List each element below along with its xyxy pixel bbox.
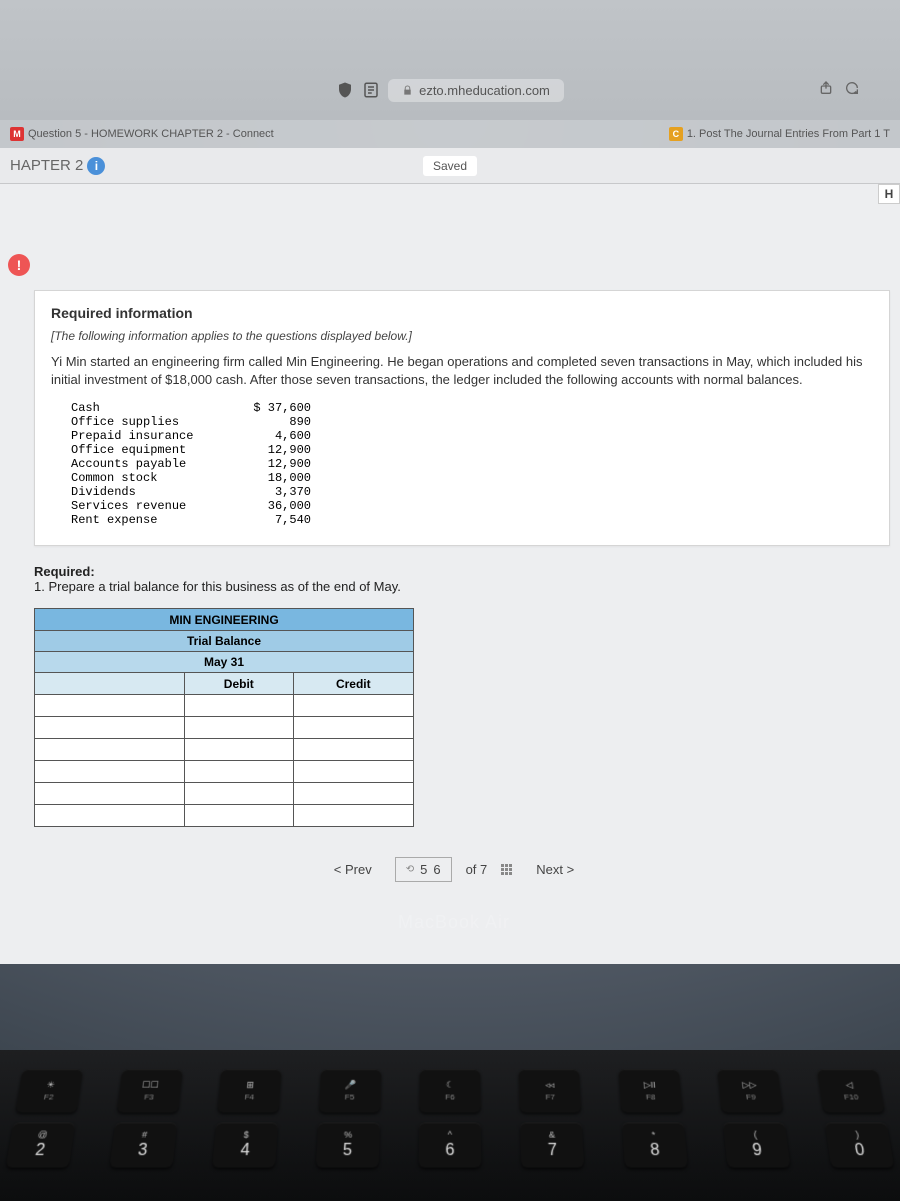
key-5: %5 [315, 1122, 379, 1167]
ledger-name: Dividends [71, 485, 231, 499]
table-row[interactable] [35, 717, 414, 739]
table-row[interactable] [35, 805, 414, 827]
tab-question5[interactable]: M Question 5 - HOMEWORK CHAPTER 2 - Conn… [4, 127, 280, 141]
ledger-amount: 7,540 [231, 513, 311, 527]
table-row[interactable] [35, 739, 414, 761]
page-toolbar: HAPTER 2 i Saved [0, 148, 900, 184]
pagination-footer: < Prev ⟲ 5 6 of 7 Next > [8, 857, 900, 882]
ledger-amount: 18,000 [231, 471, 311, 485]
browser-chrome: ezto.mheducation.com [0, 0, 900, 120]
key-f5: 🎤F5 [318, 1069, 381, 1112]
ledger-name: Prepaid insurance [71, 429, 231, 443]
reader-mode-icon[interactable] [362, 81, 380, 99]
ledger-row: Dividends3,370 [71, 485, 873, 499]
physical-keyboard: ☀F2 ☐☐F3 ⊞F4 🎤F5 ☾F6 ◃◃F7 ▷IIF8 ▷▷F9 ◁F10 @2 #3 $4… [0, 1050, 900, 1201]
ledger-amount: 36,000 [231, 499, 311, 513]
key-0: )0 [824, 1122, 894, 1167]
browser-tabs: M Question 5 - HOMEWORK CHAPTER 2 - Conn… [0, 120, 900, 148]
grid-view-icon[interactable] [501, 864, 513, 876]
content-area: ! Required information [The following in… [0, 184, 900, 964]
tab-label-left: Question 5 - HOMEWORK CHAPTER 2 - Connec… [28, 128, 274, 140]
key-9: (9 [723, 1122, 791, 1167]
mcgraw-tab-icon: M [10, 127, 24, 141]
help-button[interactable]: H [878, 184, 900, 204]
key-f3: ☐☐F3 [116, 1069, 182, 1112]
alert-icon[interactable]: ! [8, 254, 30, 276]
key-2: @2 [6, 1122, 76, 1167]
link-icon: ⟲ [406, 864, 414, 875]
tb-col-credit: Credit [293, 673, 413, 695]
ledger-row: Accounts payable12,900 [71, 457, 873, 471]
info-body: Yi Min started an engineering firm calle… [51, 353, 873, 389]
required-item-1: 1. Prepare a trial balance for this busi… [34, 579, 401, 594]
ledger-row: Office supplies890 [71, 415, 873, 429]
required-label: Required: [34, 564, 95, 579]
share-icon[interactable] [818, 80, 834, 96]
ledger-amount: 12,900 [231, 457, 311, 471]
ledger-amount: 12,900 [231, 443, 311, 457]
key-8: *8 [622, 1122, 688, 1167]
key-3: #3 [109, 1122, 177, 1167]
tb-company: MIN ENGINEERING [35, 609, 414, 631]
key-6: ^6 [419, 1122, 482, 1167]
device-label: MacBook Air [8, 912, 900, 933]
chapter-title: HAPTER 2 [10, 157, 83, 174]
table-row[interactable] [35, 783, 414, 805]
lock-icon [402, 85, 413, 96]
key-f10: ◁F10 [817, 1069, 885, 1112]
tab-label-right: 1. Post The Journal Entries From Part 1 … [687, 128, 890, 140]
key-f2: ☀F2 [15, 1069, 83, 1112]
info-icon[interactable]: i [87, 157, 105, 175]
page-a: 5 [420, 862, 427, 877]
next-button[interactable]: Next > [527, 857, 583, 882]
trial-balance-worksheet[interactable]: MIN ENGINEERING Trial Balance May 31 Deb… [34, 608, 414, 827]
key-f4: ⊞F4 [217, 1069, 281, 1112]
table-row[interactable] [35, 761, 414, 783]
info-instruction: [The following information applies to th… [51, 329, 873, 343]
key-f8: ▷IIF8 [618, 1069, 682, 1112]
tb-report-type: Trial Balance [35, 631, 414, 652]
ledger-row: Office equipment12,900 [71, 443, 873, 457]
ledger-row: Cash$ 37,600 [71, 401, 873, 415]
address-bar[interactable]: ezto.mheducation.com [388, 79, 564, 102]
page-b: 6 [433, 862, 440, 877]
tab-journal-entries[interactable]: C 1. Post The Journal Entries From Part … [663, 127, 896, 141]
ledger-name: Cash [71, 401, 231, 415]
reload-icon[interactable] [844, 80, 860, 96]
ledger-amount: $ 37,600 [231, 401, 311, 415]
tb-col-account [35, 673, 185, 695]
ledger-amount: 3,370 [231, 485, 311, 499]
tb-date: May 31 [35, 652, 414, 673]
chegg-tab-icon: C [669, 127, 683, 141]
url-host: ezto.mheducation.com [419, 83, 550, 98]
ledger-row: Common stock18,000 [71, 471, 873, 485]
key-f7: ◃◃F7 [519, 1069, 582, 1112]
page-indicator[interactable]: ⟲ 5 6 [395, 857, 452, 882]
ledger-amount: 890 [231, 415, 311, 429]
key-f9: ▷▷F9 [717, 1069, 783, 1112]
table-row[interactable] [35, 695, 414, 717]
ledger-name: Services revenue [71, 499, 231, 513]
ledger-name: Rent expense [71, 513, 231, 527]
ledger-row: Services revenue36,000 [71, 499, 873, 513]
tb-col-debit: Debit [185, 673, 294, 695]
key-7: &7 [520, 1122, 584, 1167]
prev-button[interactable]: < Prev [325, 857, 381, 882]
info-heading: Required information [51, 305, 873, 321]
page-of: of 7 [466, 862, 488, 877]
required-block: Required: 1. Prepare a trial balance for… [34, 564, 890, 594]
ledger-table: Cash$ 37,600Office supplies890Prepaid in… [71, 401, 873, 527]
ledger-name: Accounts payable [71, 457, 231, 471]
ledger-amount: 4,600 [231, 429, 311, 443]
privacy-shield-icon[interactable] [336, 81, 354, 99]
ledger-name: Office equipment [71, 443, 231, 457]
key-f6: ☾F6 [419, 1069, 481, 1112]
ledger-row: Prepaid insurance4,600 [71, 429, 873, 443]
key-4: $4 [212, 1122, 278, 1167]
required-information-card: Required information [The following info… [34, 290, 890, 546]
ledger-name: Office supplies [71, 415, 231, 429]
ledger-row: Rent expense7,540 [71, 513, 873, 527]
saved-indicator: Saved [423, 156, 477, 176]
ledger-name: Common stock [71, 471, 231, 485]
